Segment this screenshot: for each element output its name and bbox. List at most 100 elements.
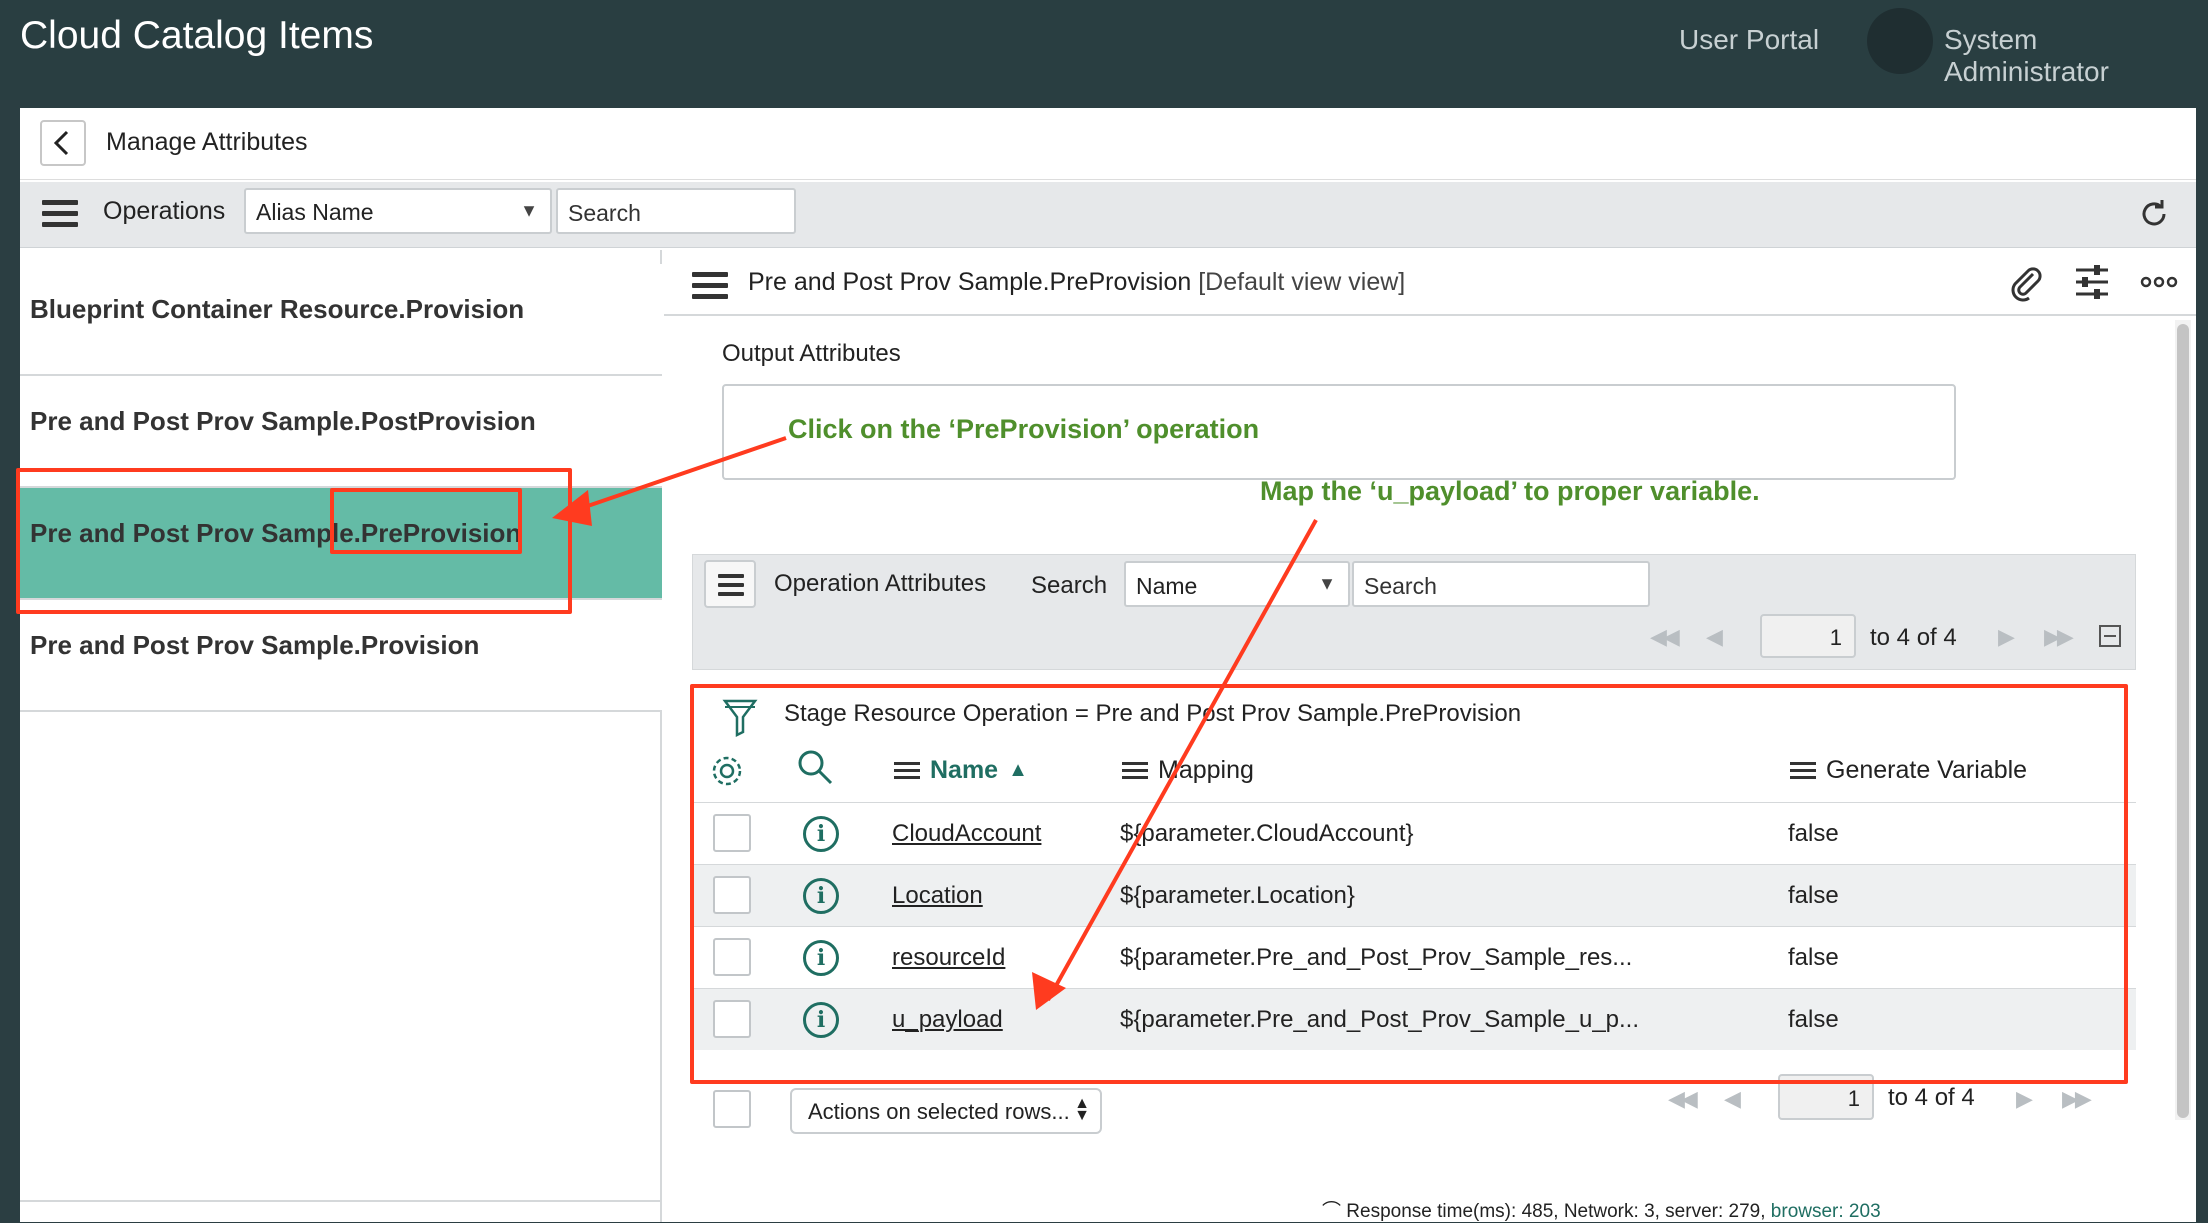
sort-ascending-icon: ▲: [1008, 759, 1028, 781]
row-generate: false: [1788, 820, 1839, 847]
column-menu-icon[interactable]: [1122, 758, 1148, 783]
operation-item[interactable]: Pre and Post Prov Sample.PostProvision: [20, 376, 662, 488]
row-mapping: ${parameter.Location}: [1120, 882, 1355, 909]
row-generate: false: [1788, 882, 1839, 909]
prev-page-icon[interactable]: ◀: [1706, 624, 1723, 650]
operations-label: Operations: [103, 197, 226, 225]
next-page-icon[interactable]: ▶: [1998, 624, 2015, 650]
hamburger-menu-icon: [718, 574, 744, 602]
related-list-title: Operation Attributes: [774, 570, 987, 597]
row-checkbox[interactable]: [713, 814, 751, 852]
actions-select-value: Actions on selected rows...: [808, 1099, 1070, 1124]
related-list-search-placeholder: Search: [1364, 573, 1437, 599]
related-list-field-value: Name: [1136, 573, 1198, 599]
avatar[interactable]: [1867, 8, 1933, 74]
manage-bar: [20, 108, 2196, 180]
gear-icon[interactable]: [708, 752, 746, 795]
operation-item[interactable]: Blueprint Container Resource.Provision: [20, 264, 662, 376]
page-range: to 4 of 4: [1870, 624, 1957, 651]
hamburger-menu-icon[interactable]: [42, 200, 78, 228]
operations-field-value: Alias Name: [256, 199, 374, 225]
row-name-link[interactable]: CloudAccount: [892, 820, 1041, 848]
info-icon[interactable]: i: [803, 1002, 839, 1038]
row-checkbox[interactable]: [713, 1000, 751, 1038]
column-header-mapping-label: Mapping: [1158, 756, 1254, 784]
operations-search-input[interactable]: Search: [556, 188, 796, 234]
select-all-checkbox[interactable]: [713, 1090, 751, 1128]
first-page-icon[interactable]: ◀◀: [1650, 624, 1680, 650]
filter-breadcrumb[interactable]: Stage Resource Operation = Pre and Post …: [784, 700, 1521, 728]
operation-item-label: Pre and Post Prov Sample.Provision: [30, 630, 480, 660]
first-page-icon[interactable]: ◀◀: [1668, 1086, 1698, 1112]
column-menu-icon[interactable]: [1790, 758, 1816, 783]
more-options-icon[interactable]: [2140, 270, 2178, 299]
refresh-icon[interactable]: [2136, 196, 2172, 241]
response-time-icon: ⌒: [1322, 1201, 1342, 1222]
form-menu-icon[interactable]: [692, 272, 728, 300]
form-title: Pre and Post Prov Sample.PreProvision [D…: [748, 268, 1405, 297]
row-checkbox[interactable]: [713, 938, 751, 976]
divider: [20, 1200, 662, 1202]
personalize-icon[interactable]: [2072, 262, 2112, 307]
info-icon[interactable]: i: [803, 940, 839, 976]
operation-item-label: Pre and Post Prov Sample.PostProvision: [30, 406, 536, 436]
related-list-field-select[interactable]: Name ▼: [1124, 561, 1350, 607]
response-time: ⌒ Response time(ms): 485, Network: 3, se…: [1322, 1196, 1881, 1223]
filter-icon[interactable]: [722, 698, 758, 743]
info-icon[interactable]: i: [803, 816, 839, 852]
row-generate: false: [1788, 1006, 1839, 1033]
row-name-link[interactable]: u_payload: [892, 1006, 1003, 1034]
browser-time-link[interactable]: browser: 203: [1771, 1201, 1881, 1222]
column-header-generate-label: Generate Variable: [1826, 756, 2028, 784]
bottom-page-number-input[interactable]: 1: [1778, 1074, 1874, 1120]
app-title: Cloud Catalog Items: [20, 14, 374, 57]
row-generate: false: [1788, 944, 1839, 971]
page-title: Manage Attributes: [106, 128, 308, 156]
caret-down-icon: ▼: [520, 200, 538, 221]
next-page-icon[interactable]: ▶: [2016, 1086, 2033, 1112]
row-mapping: ${parameter.CloudAccount}: [1120, 820, 1414, 847]
response-time-text: Response time(ms): 485, Network: 3, serv…: [1346, 1201, 1766, 1222]
row-name-link[interactable]: resourceId: [892, 944, 1005, 972]
user-menu[interactable]: System Administrator: [1944, 24, 2208, 88]
operations-field-select[interactable]: Alias Name ▼: [244, 188, 552, 234]
column-header-name[interactable]: Name ▲: [894, 756, 1028, 785]
row-name-link[interactable]: Location: [892, 882, 983, 910]
column-header-name-label: Name: [930, 756, 999, 784]
form-title-record: Pre and Post Prov Sample.PreProvision: [748, 268, 1192, 296]
search-icon[interactable]: [796, 748, 834, 791]
output-attributes-label: Output Attributes: [722, 340, 901, 367]
annotation-map-note: Map the ‘u_payload’ to proper variable.: [1260, 476, 1760, 506]
column-header-mapping[interactable]: Mapping: [1122, 756, 1254, 785]
column-header-generate-variable[interactable]: Generate Variable: [1790, 756, 2027, 785]
collapse-icon[interactable]: [2098, 624, 2122, 653]
chevron-left-icon: [53, 130, 69, 156]
caret-down-icon: ▼: [1318, 573, 1336, 594]
prev-page-icon[interactable]: ◀: [1724, 1086, 1741, 1112]
related-list-search-input[interactable]: Search: [1352, 561, 1650, 607]
page-number-input[interactable]: 1: [1760, 614, 1856, 658]
column-menu-icon[interactable]: [894, 758, 920, 783]
actions-select[interactable]: Actions on selected rows... ▲ ▼: [790, 1088, 1102, 1134]
paperclip-icon[interactable]: [2006, 262, 2046, 307]
scrollbar-thumb[interactable]: [2177, 324, 2189, 1118]
form-scrollbar[interactable]: [2175, 320, 2191, 1120]
row-mapping: ${parameter.Pre_and_Post_Prov_Sample_u_p…: [1120, 1006, 1640, 1033]
last-page-icon[interactable]: ▶▶: [2062, 1086, 2092, 1112]
updown-icon: ▲ ▼: [1074, 1095, 1090, 1124]
bottom-page-range: to 4 of 4: [1888, 1084, 1975, 1111]
row-checkbox[interactable]: [713, 876, 751, 914]
operation-item[interactable]: Pre and Post Prov Sample.Provision: [20, 600, 662, 712]
operations-search-placeholder: Search: [568, 200, 641, 226]
related-list-menu-button[interactable]: [704, 560, 756, 608]
operation-item-label: Blueprint Container Resource.Provision: [30, 294, 525, 324]
user-portal-link[interactable]: User Portal: [1679, 24, 1819, 56]
form-view-name: [Default view view]: [1198, 268, 1406, 296]
back-button[interactable]: [40, 120, 86, 166]
top-header: Cloud Catalog Items User Portal System A…: [0, 0, 2208, 100]
annotation-click-note: Click on the ‘PreProvision’ operation: [788, 414, 1260, 444]
operation-item-label: Pre and Post Prov Sample.PreProvision: [30, 518, 522, 548]
operation-item-selected[interactable]: Pre and Post Prov Sample.PreProvision: [20, 488, 662, 600]
last-page-icon[interactable]: ▶▶: [2044, 624, 2074, 650]
info-icon[interactable]: i: [803, 878, 839, 914]
